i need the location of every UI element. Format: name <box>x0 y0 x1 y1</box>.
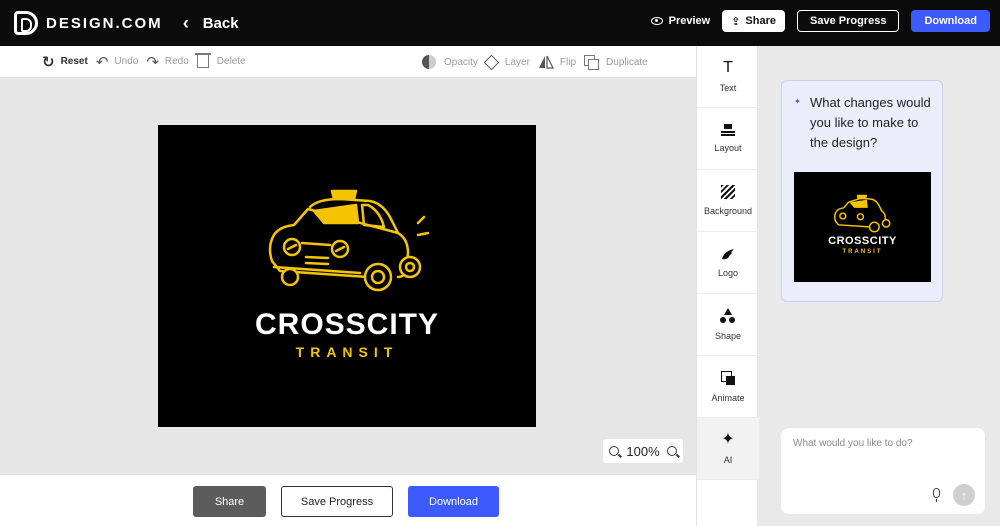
design-thumbnail[interactable]: CROSSCITY TRANSIT <box>794 172 931 282</box>
layer-button[interactable]: Layer <box>483 54 530 70</box>
chevron-left-icon: ‹ <box>182 12 189 33</box>
flip-label: Flip <box>559 56 577 68</box>
ai-assistant-panel: ✦ What changes would you like to make to… <box>759 46 1000 526</box>
side-tool-background[interactable]: Background <box>697 170 759 232</box>
logo-subtitle-text[interactable]: TRANSIT <box>158 344 536 360</box>
layer-label: Layer <box>504 56 530 68</box>
delete-label: Delete <box>216 56 246 67</box>
side-tool-label: Layout <box>714 143 742 153</box>
background-icon <box>721 185 735 199</box>
side-tool-label: Logo <box>717 268 739 278</box>
share-label: Share <box>745 15 776 27</box>
redo-icon: ↷ <box>146 53 159 71</box>
opacity-icon <box>422 55 436 69</box>
reset-label: Reset <box>60 56 88 67</box>
edit-toolbar: ↻ Reset ↶ Undo ↷ Redo Delete Opacity Lay… <box>0 46 696 78</box>
save-progress-button[interactable]: Save Progress <box>797 10 900 32</box>
thumbnail-subtitle: TRANSIT <box>842 249 883 255</box>
share-icon: ⇪ <box>731 15 741 28</box>
ai-message-card: ✦ What changes would you like to make to… <box>781 80 943 302</box>
text-icon: T <box>723 59 733 76</box>
layout-icon <box>721 124 735 136</box>
animate-icon <box>720 370 736 386</box>
side-tool-layout[interactable]: Layout <box>697 108 759 170</box>
undo-label: Undo <box>114 56 139 67</box>
side-tool-label: Background <box>703 206 753 216</box>
back-label: Back <box>202 14 239 32</box>
zoom-out-icon[interactable] <box>609 446 619 456</box>
header-actions: Preview ⇪ Share Save Progress Download <box>650 10 990 32</box>
microphone-icon[interactable] <box>933 488 940 502</box>
preview-label: Preview <box>668 15 711 27</box>
flip-icon <box>538 55 554 69</box>
side-tool-animate[interactable]: Animate <box>697 356 759 418</box>
redo-button[interactable]: ↷ Redo <box>146 53 188 71</box>
reset-button[interactable]: ↻ Reset <box>42 53 88 71</box>
duplicate-icon <box>584 55 600 70</box>
bottom-action-bar: Share Save Progress Download <box>0 474 696 526</box>
duplicate-button[interactable]: Duplicate <box>584 55 648 70</box>
ai-prompt-input[interactable] <box>793 438 973 449</box>
side-tool-label: AI <box>723 455 733 465</box>
zoom-control: 100% <box>603 439 683 463</box>
back-button[interactable]: ‹ Back <box>183 13 239 34</box>
arrow-up-icon: ↑ <box>960 487 968 503</box>
side-tool-label: Animate <box>711 392 745 403</box>
thumbnail-title: CROSSCITY <box>828 235 897 247</box>
design-artboard[interactable]: CROSSCITY TRANSIT <box>158 125 536 427</box>
side-tools-panel: T Text Layout Background Logo Shape Anim… <box>696 46 759 526</box>
preview-button[interactable]: Preview <box>650 15 711 27</box>
ai-question-text: What changes would you like to make to t… <box>810 95 931 150</box>
toolbar-right-group: Opacity Layer Flip Duplicate <box>422 46 656 78</box>
undo-icon: ↶ <box>95 53 109 71</box>
redo-label: Redo <box>164 56 189 67</box>
share-button[interactable]: ⇪ Share <box>722 10 785 32</box>
layer-icon <box>483 54 500 70</box>
side-tool-text[interactable]: T Text <box>697 46 759 108</box>
delete-button[interactable]: Delete <box>194 53 246 68</box>
zoom-in-icon[interactable] <box>667 446 677 456</box>
ai-prompt-box: ↑ <box>781 428 985 514</box>
opacity-label: Opacity <box>444 56 478 68</box>
logo-icon <box>722 249 734 260</box>
zoom-level: 100% <box>626 443 660 459</box>
ai-sparkle-icon: ✦ <box>794 97 801 106</box>
sparkle-icon: ✦ <box>721 431 735 448</box>
brand-logo-icon <box>14 11 38 35</box>
canvas-area[interactable]: CROSSCITY TRANSIT 100% <box>0 78 696 474</box>
flip-button[interactable]: Flip <box>538 55 576 69</box>
trash-icon <box>194 53 211 68</box>
taxi-thumbnail-illustration <box>834 194 891 233</box>
side-tool-ai[interactable]: ✦ AI <box>697 418 759 480</box>
duplicate-label: Duplicate <box>606 56 648 68</box>
taxi-illustration[interactable] <box>258 187 436 307</box>
undo-button[interactable]: ↶ Undo <box>96 53 138 71</box>
side-tool-label: Shape <box>714 331 742 341</box>
download-button[interactable]: Download <box>911 10 990 32</box>
opacity-button[interactable]: Opacity <box>422 55 478 69</box>
bottom-save-progress-button[interactable]: Save Progress <box>281 486 393 517</box>
send-button[interactable]: ↑ <box>953 484 975 506</box>
reset-icon: ↻ <box>42 53 55 71</box>
side-tool-shape[interactable]: Shape <box>697 294 759 356</box>
bottom-download-button[interactable]: Download <box>408 486 499 517</box>
side-tool-label: Text <box>719 83 737 93</box>
top-bar: DESIGN.COM ‹ Back Preview ⇪ Share Save P… <box>0 0 1000 46</box>
side-tool-logo[interactable]: Logo <box>697 232 759 294</box>
brand-name: DESIGN.COM <box>46 14 163 32</box>
shape-icon <box>720 308 736 324</box>
eye-icon <box>650 17 663 25</box>
brand[interactable]: DESIGN.COM <box>14 11 163 35</box>
bottom-share-button[interactable]: Share <box>193 486 266 517</box>
logo-title-text[interactable]: CROSSCITY <box>158 308 536 342</box>
